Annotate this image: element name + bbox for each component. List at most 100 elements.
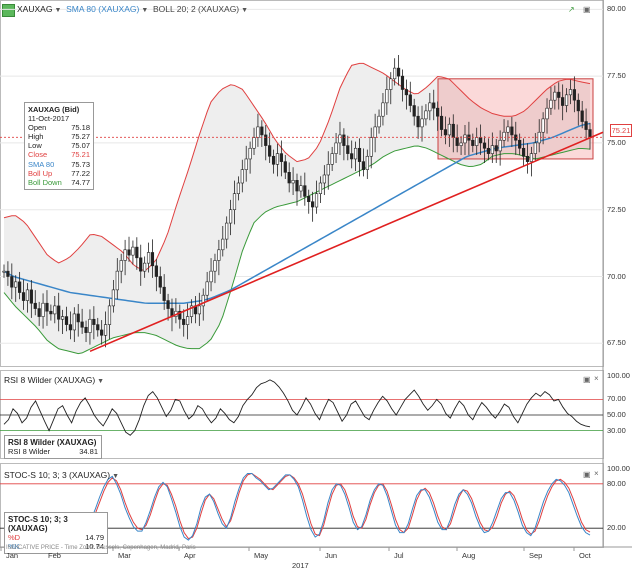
candle-body: [584, 121, 588, 130]
panel-maximize-icon[interactable]: ▣: [583, 375, 591, 384]
candle-body: [240, 169, 244, 184]
candle-body: [299, 185, 303, 192]
infobox-row-value: 77.22: [71, 168, 90, 178]
candle-body: [96, 324, 100, 331]
x-tick-label: May: [254, 551, 269, 560]
footer-note: INDICATIVE PRICE - Time Zone: Brussels, …: [6, 545, 196, 551]
candle-body: [10, 276, 14, 288]
chevron-down-icon[interactable]: ▼: [54, 7, 61, 14]
close-icon[interactable]: ×: [594, 469, 599, 478]
candle-body: [166, 300, 170, 309]
candle-body: [381, 102, 385, 117]
chevron-down-icon[interactable]: ▼: [97, 378, 104, 385]
candle-body: [416, 115, 420, 128]
infobox-date: 11-Oct-2017: [28, 114, 70, 124]
candle-body: [529, 153, 533, 162]
candle-body: [373, 126, 377, 138]
candle-body: [221, 238, 225, 251]
chevron-down-icon[interactable]: ▼: [112, 473, 119, 480]
candle-body: [72, 313, 76, 331]
rsi-infobox-label: RSI 8 Wilder: [8, 447, 51, 456]
candle-body: [521, 147, 526, 157]
infobox-title: XAUXAG (Bid): [28, 105, 80, 114]
x-tick-label: Feb: [48, 551, 61, 560]
candle-body: [361, 161, 366, 170]
infobox-row: SMA 80 75.73: [28, 160, 90, 169]
instrument-label[interactable]: XAUXAG: [17, 4, 52, 14]
chart-header: XAUXAG ▼ SMA 80 (XAUXAG) ▼ BOLL 20; 2 (XAU…: [17, 4, 248, 16]
candle-body: [455, 137, 459, 146]
boll-label[interactable]: BOLL 20; 2 (XAUXAG): [153, 4, 239, 14]
candle-body: [553, 91, 557, 101]
candle-body: [275, 153, 280, 165]
candle-body: [248, 147, 252, 160]
candle-body: [475, 137, 479, 146]
stoch-d-label: %D: [8, 533, 21, 542]
rsi-y-tick-label: 30.00: [607, 425, 626, 435]
candle-body: [533, 142, 537, 154]
candle-body: [119, 260, 123, 272]
candle-body: [217, 249, 221, 261]
candle-body: [525, 155, 530, 162]
x-tick-label: Oct: [579, 551, 591, 560]
infobox-row-value: 75.27: [71, 132, 90, 142]
candle-body: [182, 318, 186, 325]
candle-body: [549, 99, 553, 109]
x-tick-label: Jan: [6, 551, 19, 560]
candle-body: [41, 302, 45, 317]
infobox-row-value: 75.73: [71, 159, 90, 169]
close-icon[interactable]: ×: [594, 374, 599, 383]
candle-body: [123, 249, 127, 261]
candle-body: [342, 134, 346, 146]
infobox-row-label: Open: [28, 123, 47, 133]
candle-body: [146, 252, 151, 264]
candle-body: [232, 193, 237, 211]
rsi-header-label[interactable]: RSI 8 Wilder (XAUXAG): [4, 375, 95, 385]
candle-body: [326, 163, 330, 176]
chevron-down-icon[interactable]: ▼: [241, 7, 248, 14]
infobox-row: Close 75.21: [28, 150, 90, 159]
candle-body: [100, 329, 104, 336]
trend-arrow-icon[interactable]: ↗: [568, 5, 575, 14]
candle-body: [420, 118, 424, 128]
candle-body: [201, 294, 205, 307]
candle-body: [68, 324, 73, 331]
rsi-infobox-value: 34.81: [79, 447, 98, 456]
rsi-header: RSI 8 Wilder (XAUXAG) ▼: [4, 375, 104, 387]
candle-body: [303, 185, 307, 197]
candle-body: [131, 246, 135, 256]
infobox-row: Low 75.07: [28, 141, 90, 150]
candle-body: [264, 134, 268, 146]
panel-maximize-icon[interactable]: ▣: [583, 470, 591, 479]
candle-body: [236, 182, 241, 194]
candle-body: [103, 324, 108, 336]
candle-body: [127, 249, 131, 256]
stoch-d-value: 14.79: [85, 533, 104, 542]
candle-body: [143, 262, 147, 272]
candle-body: [158, 276, 162, 288]
candle-body: [287, 172, 291, 184]
sma-label[interactable]: SMA 80 (XAUXAG): [66, 4, 139, 14]
candle-body: [45, 302, 49, 312]
candle-body: [154, 265, 158, 277]
candle-body: [33, 302, 37, 309]
y-tick-label: 80.00: [607, 4, 626, 14]
rsi-y-tick-label: 70.00: [607, 394, 626, 404]
candle-body: [25, 289, 30, 301]
stoch-header-label[interactable]: STOC-S 10; 3; 3 (XAUXAG): [4, 470, 110, 480]
rsi-infobox-title: RSI 8 Wilder (XAUXAG): [8, 438, 97, 447]
candle-body: [357, 147, 362, 162]
candle-body: [318, 182, 323, 194]
candle-body: [260, 126, 264, 136]
candle-body: [37, 308, 41, 317]
candle-body: [76, 313, 80, 323]
candle-body: [350, 153, 354, 160]
candle-body: [256, 126, 260, 138]
y-tick-label: 72.50: [607, 204, 626, 214]
stoch-infobox-title: STOC-S 10; 3; 3 (XAUXAG): [8, 515, 68, 533]
chevron-down-icon[interactable]: ▼: [141, 7, 148, 14]
infobox-row: Boll Down 74.77: [28, 178, 90, 187]
candle-body: [283, 161, 287, 173]
stoch-y-tick-label: 80.00: [607, 478, 626, 488]
maximize-icon[interactable]: ▣: [583, 5, 591, 14]
